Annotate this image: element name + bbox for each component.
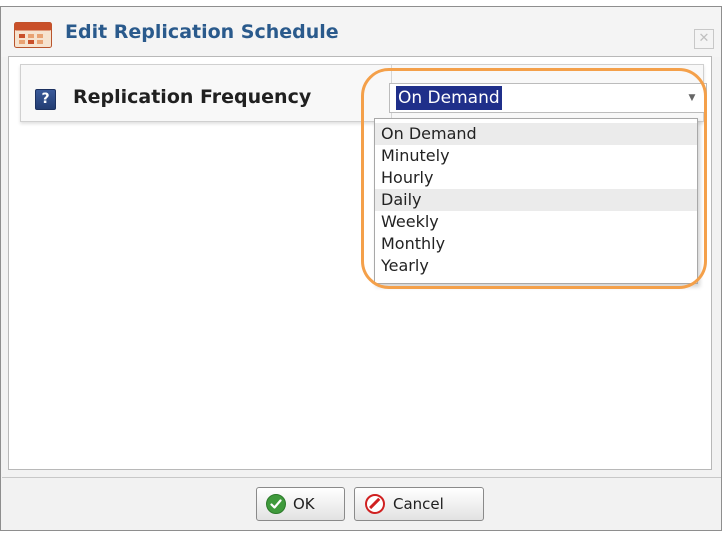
cancel-button[interactable]: Cancel xyxy=(354,487,484,521)
checkmark-icon xyxy=(266,494,286,514)
prohibited-icon xyxy=(365,494,385,514)
chevron-down-icon[interactable]: ▼ xyxy=(683,86,701,110)
option-weekly[interactable]: Weekly xyxy=(375,211,697,233)
option-daily[interactable]: Daily xyxy=(375,189,697,211)
replication-frequency-select[interactable]: On Demand ▼ xyxy=(389,83,707,113)
option-on-demand[interactable]: On Demand xyxy=(375,123,697,145)
option-yearly[interactable]: Yearly xyxy=(375,255,697,277)
dialog-titlebar: Edit Replication Schedule ✕ xyxy=(1,7,721,57)
help-icon[interactable]: ? xyxy=(35,89,56,110)
replication-frequency-row: ? Replication Frequency On Demand ▼ xyxy=(20,64,707,122)
option-minutely[interactable]: Minutely xyxy=(375,145,697,167)
close-button[interactable]: ✕ xyxy=(694,29,714,49)
ok-label: OK xyxy=(293,495,315,513)
cancel-label: Cancel xyxy=(393,495,444,513)
ok-button[interactable]: OK xyxy=(256,487,345,521)
selected-value: On Demand xyxy=(396,86,502,110)
calendar-schedule-icon xyxy=(14,22,52,48)
close-icon: ✕ xyxy=(698,31,710,46)
option-monthly[interactable]: Monthly xyxy=(375,233,697,255)
dialog-title: Edit Replication Schedule xyxy=(65,21,339,43)
frequency-options-list: On Demand Minutely Hourly Daily Weekly M… xyxy=(374,118,698,284)
option-hourly[interactable]: Hourly xyxy=(375,167,697,189)
footer-separator xyxy=(2,477,721,478)
replication-frequency-label: Replication Frequency xyxy=(73,86,312,108)
